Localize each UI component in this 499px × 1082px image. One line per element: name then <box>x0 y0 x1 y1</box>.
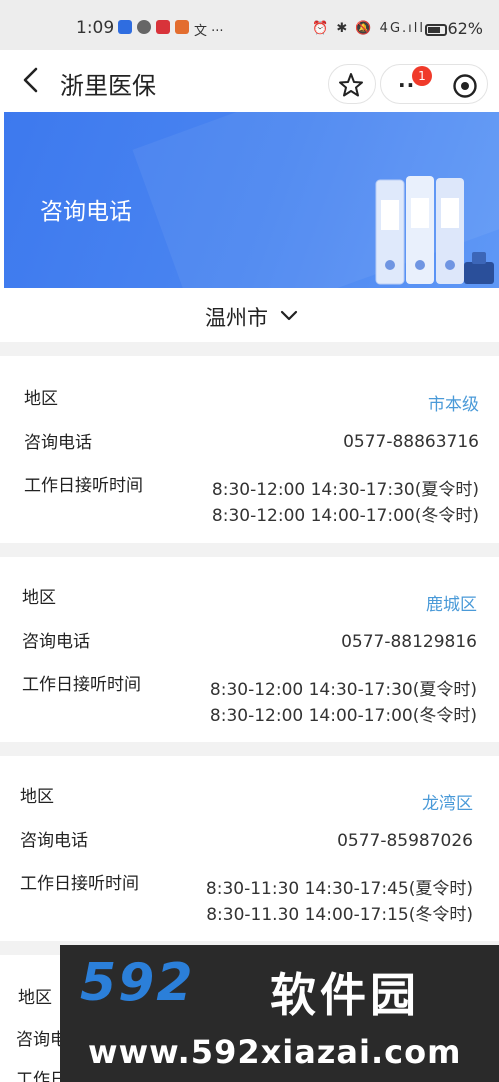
chevron-down-icon[interactable] <box>280 310 298 322</box>
watermark-name: 软件园 <box>270 968 420 1022</box>
bell-icon <box>137 20 151 34</box>
hours-label: 工作日接听时间 <box>20 874 139 894</box>
city-label[interactable]: 温州市 <box>205 302 268 332</box>
notification-icons: 文 ··· <box>118 20 224 39</box>
text-notification-icon: 文 ··· <box>194 24 224 39</box>
region-label: 地区 <box>20 787 54 807</box>
region-label: 地区 <box>18 988 52 1008</box>
hours-label: 工作日接听时间 <box>22 675 141 695</box>
app-orange-icon <box>175 20 189 34</box>
app-red-icon <box>156 20 170 34</box>
hours-label: 工作日接听时间 <box>24 476 143 496</box>
page-title: 浙里医保 <box>60 72 156 100</box>
section-divider <box>0 342 499 356</box>
region-label: 地区 <box>24 389 58 409</box>
phone-value[interactable]: 0577-85987026 <box>337 831 473 851</box>
banner-title: 咨询电话 <box>40 199 132 225</box>
system-status-icons: ⏰ ✱ 🔕 4G.ıll <box>312 21 425 36</box>
app-notification-icon <box>118 20 132 34</box>
notification-badge: 1 <box>412 66 432 86</box>
phone-label: 咨询电话 <box>20 831 88 851</box>
watermark: 592 软件园 www.592xiazai.com <box>60 945 499 1082</box>
battery-icon <box>425 24 447 36</box>
close-miniprogram-icon[interactable] <box>452 73 478 99</box>
phone-value[interactable]: 0577-88863716 <box>343 432 479 452</box>
hours-summer: 8:30-12:00 14:30-17:30(夏令时) <box>211 480 479 500</box>
section-divider <box>0 742 499 756</box>
binders-illustration <box>375 176 494 285</box>
section-divider <box>0 543 499 557</box>
phone-label: 咨询电话 <box>22 632 90 652</box>
city-selector[interactable]: 温州市 <box>0 292 499 342</box>
hours-summer: 8:30-12:00 14:30-17:30(夏令时) <box>209 680 477 700</box>
region-value: 龙湾区 <box>422 794 473 814</box>
phone-label: 咨询电话 <box>24 433 92 453</box>
header-banner: 咨询电话 <box>4 112 499 288</box>
contact-card: 地区 龙湾区 咨询电话 0577-85987026 工作日接听时间 8:30-1… <box>0 756 499 940</box>
nav-bar: 浙里医保 ·· 1 <box>0 50 499 112</box>
hours-summer: 8:30-11:30 14:30-17:45(夏令时) <box>205 879 473 899</box>
region-value: 市本级 <box>428 395 479 415</box>
battery-percent: 62% <box>447 19 483 38</box>
watermark-logo: 592 <box>80 953 195 1013</box>
watermark-url: www.592xiazai.com <box>88 1033 462 1071</box>
hours-winter: 8:30-11.30 14:00-17:15(冬令时) <box>206 905 473 925</box>
phone-value[interactable]: 0577-88129816 <box>341 632 477 652</box>
back-arrow-icon[interactable] <box>20 65 44 95</box>
star-icon[interactable] <box>336 70 366 100</box>
hours-winter: 8:30-12:00 14:00-17:00(冬令时) <box>209 706 477 726</box>
region-label: 地区 <box>22 588 56 608</box>
region-value: 鹿城区 <box>426 595 477 615</box>
status-time: 1:09 <box>76 18 115 38</box>
contact-card: 地区 市本级 咨询电话 0577-88863716 工作日接听时间 8:30-1… <box>0 358 499 542</box>
status-bar: 1:09 文 ··· ⏰ ✱ 🔕 4G.ıll 62% <box>0 0 499 50</box>
hours-winter: 8:30-12:00 14:00-17:00(冬令时) <box>211 506 479 526</box>
contact-card: 地区 鹿城区 咨询电话 0577-88129816 工作日接听时间 8:30-1… <box>0 557 499 741</box>
